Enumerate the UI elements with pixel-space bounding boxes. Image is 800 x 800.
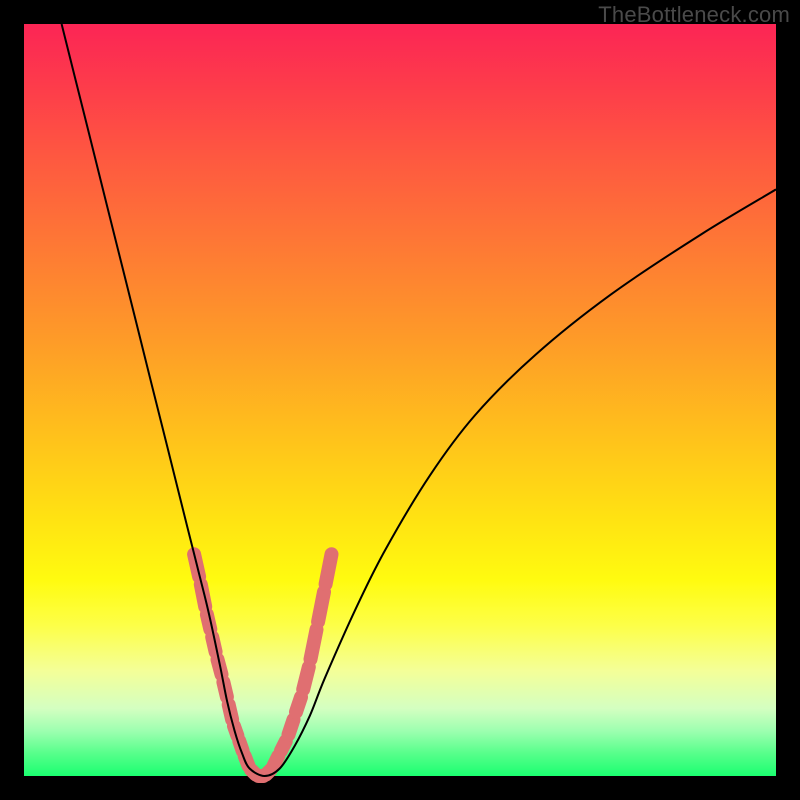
marker-segment xyxy=(303,667,309,689)
watermark-text: TheBottleneck.com xyxy=(598,2,790,28)
marker-layer xyxy=(194,554,331,776)
marker-segment xyxy=(296,697,301,712)
marker-segment xyxy=(281,741,286,751)
marker-segment xyxy=(274,756,279,766)
curve-svg xyxy=(24,24,776,776)
marker-segment xyxy=(311,630,317,660)
marker-segment xyxy=(326,554,332,584)
marker-segment xyxy=(289,720,294,735)
plot-area xyxy=(24,24,776,776)
outer-frame: TheBottleneck.com xyxy=(0,0,800,800)
bottleneck-curve xyxy=(62,24,776,776)
marker-segment xyxy=(318,592,324,622)
